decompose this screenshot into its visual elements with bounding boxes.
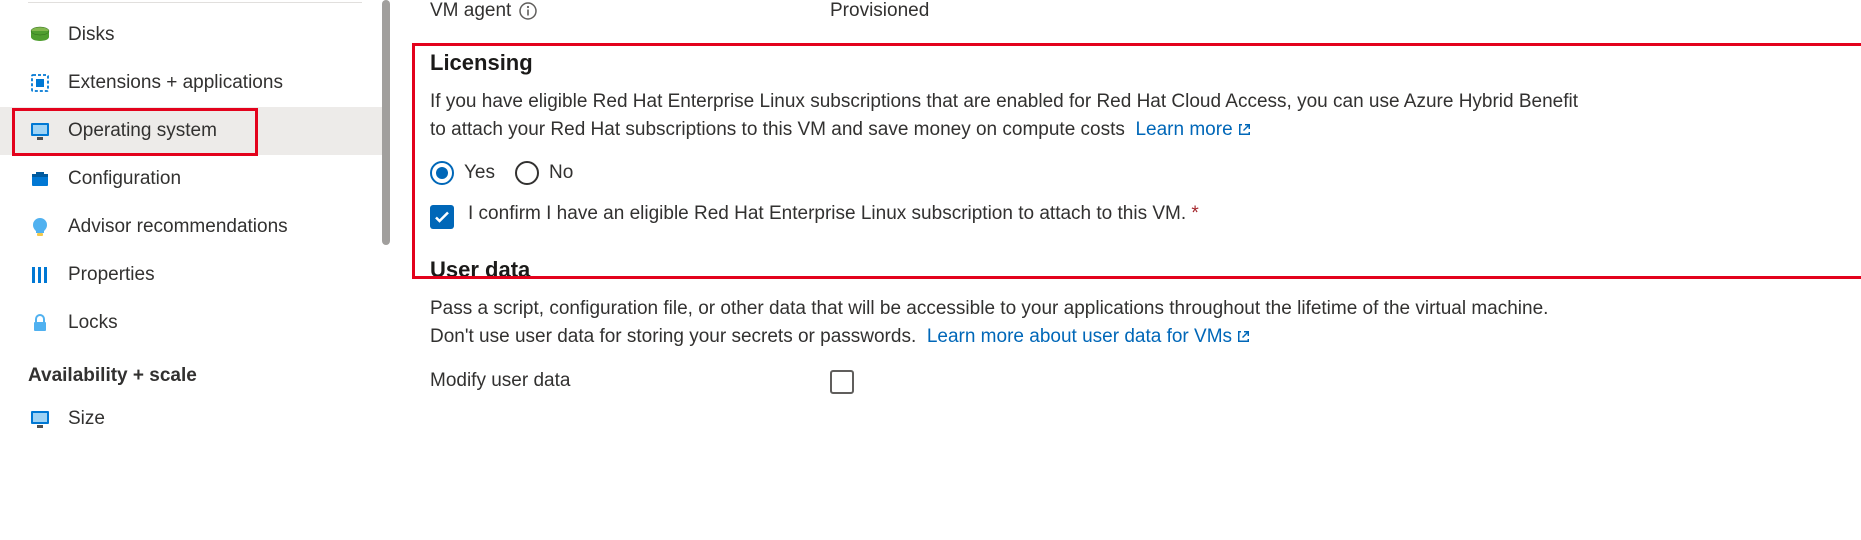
size-icon [28,407,52,431]
info-icon[interactable] [519,2,537,20]
sidebar-item-locks[interactable]: Locks [0,299,390,347]
locks-icon [28,311,52,335]
sidebar-item-label: Extensions + applications [68,72,283,94]
licensing-learn-more-link[interactable]: Learn more [1135,116,1251,144]
sidebar-item-properties[interactable]: Properties [0,251,390,299]
main-content: VM agent Provisioned Licensing If you ha… [390,0,1861,540]
confirm-checkbox[interactable] [430,205,454,229]
sidebar-item-extensions[interactable]: Extensions + applications [0,59,390,107]
external-link-icon [1237,122,1252,137]
radio-yes[interactable]: Yes [430,161,495,185]
required-mark: * [1191,203,1198,224]
licensing-radio-group: Yes No [430,161,1821,185]
sidebar-item-size[interactable]: Size [0,395,390,443]
licensing-section: Licensing If you have eligible Red Hat E… [430,50,1821,229]
learn-more-text: Learn more [1135,116,1232,144]
operating-system-icon [28,119,52,143]
sidebar-section-availability-scale: Availability + scale [0,347,390,395]
modify-userdata-value [830,368,854,394]
radio-no-indicator [515,161,539,185]
sidebar-item-label: Operating system [68,120,217,142]
properties-icon [28,263,52,287]
vm-agent-value: Provisioned [830,0,929,22]
modify-userdata-label: Modify user data [430,370,830,392]
radio-yes-label: Yes [464,162,495,184]
licensing-confirm-row[interactable]: I confirm I have an eligible Red Hat Ent… [430,203,1821,229]
sidebar-scrollbar[interactable] [382,0,390,245]
sidebar-item-label: Disks [68,24,114,46]
sidebar-item-disks[interactable]: Disks [0,11,390,59]
radio-no[interactable]: No [515,161,573,185]
confirm-label: I confirm I have an eligible Red Hat Ent… [468,203,1199,225]
userdata-section: User data Pass a script, configuration f… [430,257,1821,394]
sidebar-item-label: Size [68,408,105,430]
licensing-title: Licensing [430,50,1821,76]
disks-icon [28,23,52,47]
sidebar-item-label: Properties [68,264,155,286]
sidebar-item-label: Configuration [68,168,181,190]
sidebar-item-operating-system[interactable]: Operating system [0,107,390,155]
sidebar: Disks Extensions + applications Operatin… [0,0,390,540]
userdata-learn-more-text: Learn more about user data for VMs [927,323,1232,351]
vm-agent-label: VM agent [430,0,830,22]
sidebar-item-advisor[interactable]: Advisor recommendations [0,203,390,251]
sidebar-item-label: Advisor recommendations [68,216,288,238]
licensing-desc-text: If you have eligible Red Hat Enterprise … [430,91,1578,140]
licensing-desc: If you have eligible Red Hat Enterprise … [430,88,1580,143]
confirm-text: I confirm I have an eligible Red Hat Ent… [468,203,1186,224]
modify-userdata-checkbox[interactable] [830,370,854,394]
external-link-icon [1236,329,1251,344]
sidebar-item-label: Locks [68,312,118,334]
configuration-icon [28,167,52,191]
sidebar-item-configuration[interactable]: Configuration [0,155,390,203]
userdata-learn-more-link[interactable]: Learn more about user data for VMs [927,323,1251,351]
userdata-title: User data [430,257,1821,283]
modify-userdata-row: Modify user data [430,368,1821,394]
advisor-icon [28,215,52,239]
vm-agent-row: VM agent Provisioned [430,0,1821,22]
vm-agent-label-text: VM agent [430,0,511,22]
radio-no-label: No [549,162,573,184]
sidebar-divider [28,2,362,3]
extensions-icon [28,71,52,95]
radio-yes-indicator [430,161,454,185]
userdata-desc: Pass a script, configuration file, or ot… [430,295,1580,350]
